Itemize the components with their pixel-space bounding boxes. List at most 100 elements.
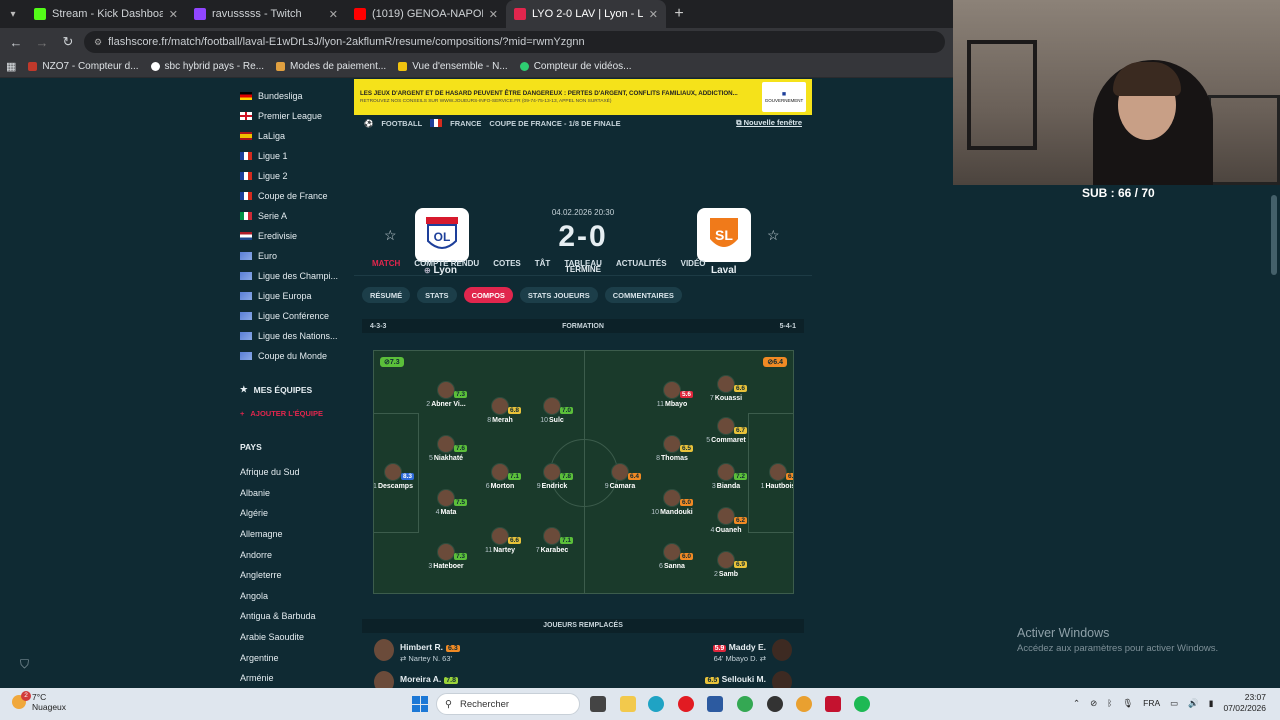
tab-search-icon[interactable]: ▾ bbox=[0, 0, 26, 28]
league-item[interactable]: Premier League bbox=[240, 106, 348, 126]
subtab-1[interactable]: STATS bbox=[417, 287, 457, 303]
replaced-left-player[interactable]: Himbert R. 6.3 bbox=[400, 642, 460, 652]
country-item[interactable]: Angola bbox=[240, 586, 348, 607]
display-icon[interactable]: ▭ bbox=[1170, 698, 1178, 709]
player-marker[interactable]: 6.7 5Commaret bbox=[696, 417, 756, 444]
replaced-left-player[interactable]: Moreira A. 7.8 bbox=[400, 674, 458, 684]
player-marker[interactable]: 5.6 11Mbayo bbox=[642, 381, 702, 408]
player-marker[interactable]: 7.0 10Sulc bbox=[522, 397, 582, 424]
player-marker[interactable]: 7.2 3Bianda bbox=[696, 463, 756, 490]
close-tab-icon[interactable]: ✕ bbox=[329, 8, 338, 21]
player-marker[interactable]: 7.1 7Karabec bbox=[522, 527, 582, 554]
country-item[interactable]: Allemagne bbox=[240, 524, 348, 545]
bookmark[interactable]: sbc hybrid pays - Re... bbox=[150, 61, 264, 72]
browser-tab-kick[interactable]: Stream - Kick Dashboard ✕ bbox=[26, 0, 186, 28]
replaced-right-player[interactable]: 5.9 Maddy E. bbox=[710, 642, 766, 652]
file-explorer-icon[interactable] bbox=[620, 696, 636, 712]
league-item[interactable]: Ligue Europa bbox=[240, 286, 348, 306]
reload-icon[interactable]: ↻ bbox=[58, 34, 78, 50]
player-marker[interactable]: 7.6 5Niakhaté bbox=[416, 435, 476, 462]
player-marker[interactable]: 6.6 11Nartey bbox=[470, 527, 530, 554]
subtab-3[interactable]: STATS JOUEURS bbox=[519, 287, 598, 303]
country-item[interactable]: Argentine bbox=[240, 647, 348, 668]
opera-gx-icon[interactable] bbox=[825, 696, 841, 712]
tab-2[interactable]: COTES bbox=[493, 259, 521, 268]
bookmark[interactable]: Compteur de vidéos... bbox=[519, 61, 632, 72]
league-item[interactable]: LaLiga bbox=[240, 126, 348, 146]
chrome-icon[interactable] bbox=[737, 696, 753, 712]
tab-0[interactable]: MATCH bbox=[372, 259, 400, 268]
player-marker[interactable]: 7.3 2Abner Vi... bbox=[416, 381, 476, 408]
player-avatar[interactable] bbox=[374, 639, 394, 661]
windows-start-icon[interactable] bbox=[412, 696, 428, 712]
breadcrumb-country[interactable]: FRANCE bbox=[450, 119, 481, 128]
breadcrumb-competition[interactable]: COUPE DE FRANCE - 1/8 DE FINALE bbox=[489, 119, 620, 128]
tab-5[interactable]: ACTUALITÉS bbox=[616, 259, 667, 268]
new-tab-button[interactable]: + bbox=[666, 5, 692, 23]
taskbar-clock[interactable]: 23:07 07/02/2026 bbox=[1223, 692, 1266, 714]
site-info-icon[interactable]: ⚙ bbox=[94, 37, 102, 48]
league-item[interactable]: Ligue des Nations... bbox=[240, 326, 348, 346]
subtab-4[interactable]: COMMENTAIRES bbox=[604, 287, 682, 303]
new-window-link[interactable]: ⧉ Nouvelle fenêtre bbox=[736, 118, 802, 128]
tab-6[interactable]: VIDÉO bbox=[681, 259, 706, 268]
player-marker[interactable]: 6.8 8Merah bbox=[470, 397, 530, 424]
chevron-up-icon[interactable]: ⌃ bbox=[1073, 698, 1080, 709]
url-field[interactable]: ⚙ flashscore.fr/match/football/laval-E1w… bbox=[84, 31, 945, 53]
player-marker[interactable]: 6.4 1Hautbois bbox=[748, 463, 793, 490]
league-item[interactable]: Coupe de France bbox=[240, 186, 348, 206]
close-tab-icon[interactable]: ✕ bbox=[489, 8, 498, 21]
network-off-icon[interactable]: ⊘ bbox=[1090, 698, 1097, 709]
forward-icon[interactable]: → bbox=[32, 35, 52, 50]
player-marker[interactable]: 6.0 6Sanna bbox=[642, 543, 702, 570]
close-tab-icon[interactable]: ✕ bbox=[169, 8, 178, 21]
country-item[interactable]: Angleterre bbox=[240, 565, 348, 586]
player-marker[interactable]: 7.8 9Endrick bbox=[522, 463, 582, 490]
bluetooth-icon[interactable]: ᛒ bbox=[1107, 698, 1112, 708]
tab-3[interactable]: TÂT bbox=[535, 259, 551, 268]
player-marker[interactable]: 6.5 8Thomas bbox=[642, 435, 702, 462]
bookmark[interactable]: Vue d'ensemble - N... bbox=[398, 61, 508, 72]
country-item[interactable]: Andorre bbox=[240, 544, 348, 565]
player-avatar[interactable] bbox=[772, 639, 792, 661]
apps-grid-icon[interactable]: ▦ bbox=[6, 60, 16, 73]
player-avatar[interactable] bbox=[772, 671, 792, 688]
league-item[interactable]: Ligue des Champi... bbox=[240, 266, 348, 286]
player-marker[interactable]: 6.2 4Ouaneh bbox=[696, 507, 756, 534]
bookmark[interactable]: Modes de paiement... bbox=[276, 61, 386, 72]
player-marker[interactable]: 8.3 1Descamps bbox=[374, 463, 423, 490]
obs-icon[interactable] bbox=[767, 696, 783, 712]
bookmark[interactable]: NZO7 - Compteur d... bbox=[28, 61, 139, 72]
close-tab-icon[interactable]: ✕ bbox=[649, 8, 658, 21]
weather-widget[interactable]: 2 7°C Nuageux bbox=[12, 691, 66, 712]
country-item[interactable]: Antigua & Barbuda bbox=[240, 606, 348, 627]
task-view-icon[interactable] bbox=[590, 696, 606, 712]
language-indicator[interactable]: FRA bbox=[1143, 698, 1160, 708]
player-marker[interactable]: 6.6 7Kouassi bbox=[696, 375, 756, 402]
app-icon[interactable] bbox=[796, 696, 812, 712]
back-icon[interactable]: ← bbox=[6, 35, 26, 50]
player-marker[interactable]: 7.1 6Morton bbox=[470, 463, 530, 490]
tab-1[interactable]: COMPTE RENDU bbox=[414, 259, 479, 268]
breadcrumb-sport[interactable]: FOOTBALL bbox=[381, 119, 422, 128]
country-item[interactable]: Arménie bbox=[240, 668, 348, 688]
opera-icon[interactable] bbox=[678, 696, 694, 712]
battery-icon[interactable]: ▮ bbox=[1209, 698, 1214, 709]
league-item[interactable]: Ligue 2 bbox=[240, 166, 348, 186]
league-item[interactable]: Coupe du Monde bbox=[240, 346, 348, 366]
edge-icon[interactable] bbox=[648, 696, 664, 712]
gambling-warning-banner[interactable]: LES JEUX D'ARGENT ET DE HASARD PEUVENT Ê… bbox=[354, 79, 812, 115]
microphone-icon[interactable]: 🎙 bbox=[1122, 698, 1133, 709]
subtab-0[interactable]: RÉSUMÉ bbox=[362, 287, 411, 303]
browser-tab-flashscore[interactable]: LYO 2-0 LAV | Lyon - Laval 04/0 ✕ bbox=[506, 0, 666, 28]
league-item[interactable]: Ligue Conférence bbox=[240, 306, 348, 326]
player-marker[interactable]: 7.3 3Hateboer bbox=[416, 543, 476, 570]
spotify-icon[interactable] bbox=[854, 696, 870, 712]
country-item[interactable]: Albanie bbox=[240, 483, 348, 504]
league-item[interactable]: Euro bbox=[240, 246, 348, 266]
league-item[interactable]: Ligue 1 bbox=[240, 146, 348, 166]
player-marker[interactable]: 6.0 10Mandouki bbox=[642, 489, 702, 516]
browser-tab-twitch[interactable]: ravusssss - Twitch ✕ bbox=[186, 0, 346, 28]
scrollbar-thumb[interactable] bbox=[1271, 195, 1277, 275]
add-team-link[interactable]: + AJOUTER L'ÉQUIPE bbox=[240, 409, 348, 418]
